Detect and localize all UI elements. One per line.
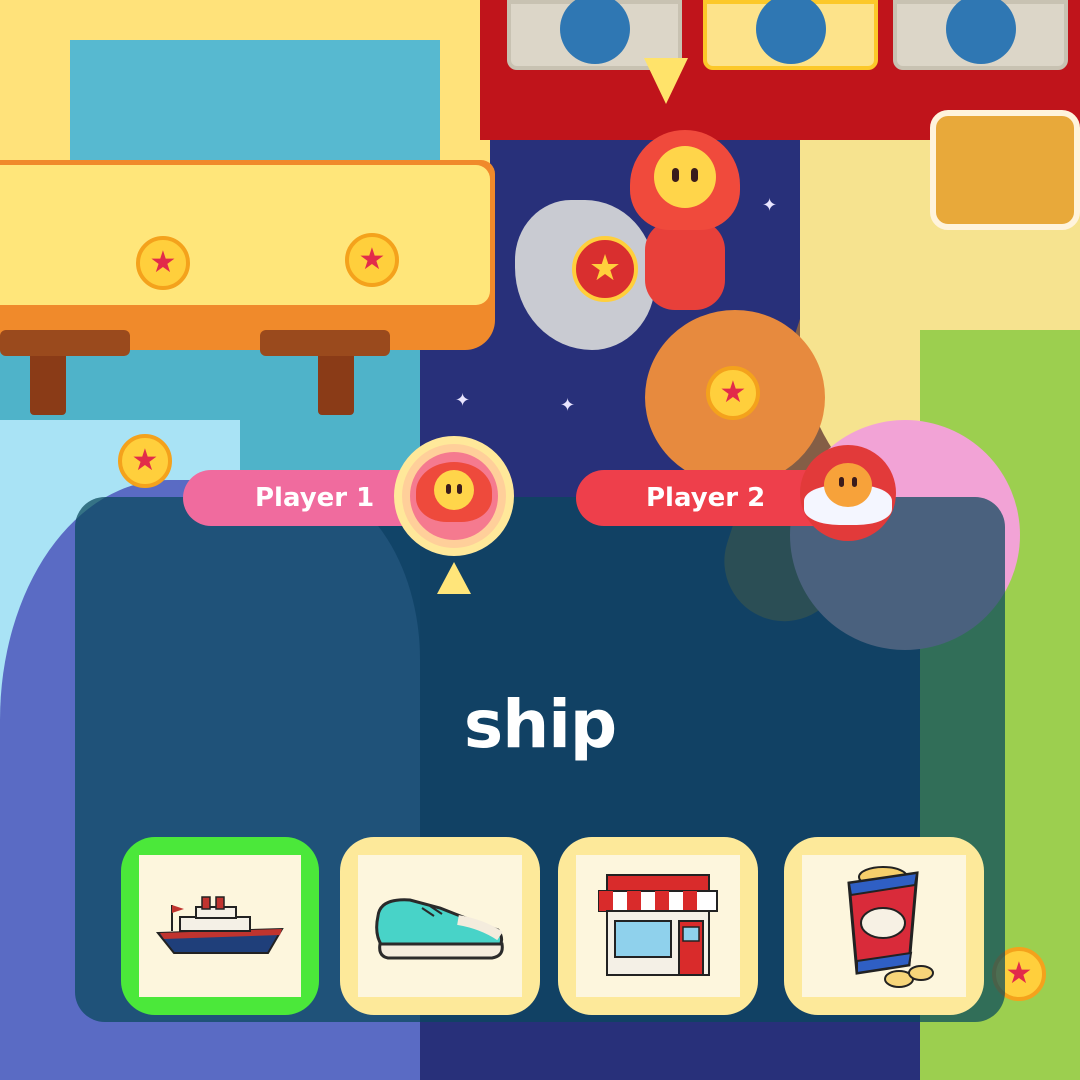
choice-shoe[interactable] <box>340 837 540 1015</box>
sparkle-icon: ✦ <box>455 390 471 411</box>
star-badge-icon <box>559 0 630 64</box>
shelf-bracket <box>260 330 390 356</box>
star-badge-icon <box>945 0 1016 64</box>
player-1-marker-icon <box>437 562 471 594</box>
arcade-machine-gold <box>703 0 878 70</box>
star-badge-icon <box>755 0 826 64</box>
star-coin-icon: ★ <box>345 233 399 287</box>
avatar-face <box>824 463 872 507</box>
eye-icon <box>457 484 462 494</box>
star-coin-icon: ★ <box>118 434 172 488</box>
player-1-label: Player 1 <box>255 483 375 513</box>
arcade-machine <box>893 0 1068 70</box>
star-coin-icon: ★ <box>136 236 190 290</box>
choice-card <box>802 855 966 997</box>
storefront-icon <box>598 874 718 976</box>
yellow-platform <box>0 165 490 305</box>
player-2-avatar <box>800 445 896 541</box>
game-board: ✦ ✦ ✦ ★ ★ ★ ★ ★ ★ Player 1 Player 2 ship <box>0 0 1080 1080</box>
treasure-chest-icon <box>930 110 1080 230</box>
player-character <box>610 130 760 310</box>
teal-floor <box>70 40 440 160</box>
star-coin-icon: ★ <box>706 366 760 420</box>
eye-icon <box>672 168 679 182</box>
ship-icon <box>155 896 284 954</box>
eye-icon <box>691 168 698 182</box>
choice-shop[interactable] <box>558 837 758 1015</box>
choice-chips[interactable] <box>784 837 984 1015</box>
sparkle-icon: ✦ <box>762 195 778 216</box>
choice-card <box>358 855 522 997</box>
eye-icon <box>852 477 857 487</box>
sneaker-icon <box>375 898 504 960</box>
sparkle-icon: ✦ <box>560 395 576 416</box>
shelf-bracket <box>0 330 130 356</box>
eye-icon <box>839 477 844 487</box>
chips-bag-icon <box>847 866 934 988</box>
character-face <box>654 146 716 208</box>
turn-pointer-icon <box>644 58 688 104</box>
prompt-word: ship <box>463 686 617 763</box>
avatar-background <box>410 452 498 540</box>
choice-card <box>139 855 301 997</box>
character-head <box>630 130 740 230</box>
eye-icon <box>446 484 451 494</box>
avatar-face <box>434 470 474 510</box>
character-body <box>645 220 725 310</box>
player-1-avatar <box>394 436 514 556</box>
player-2-label: Player 2 <box>646 483 766 513</box>
choice-card <box>576 855 740 997</box>
choice-ship[interactable] <box>121 837 319 1015</box>
